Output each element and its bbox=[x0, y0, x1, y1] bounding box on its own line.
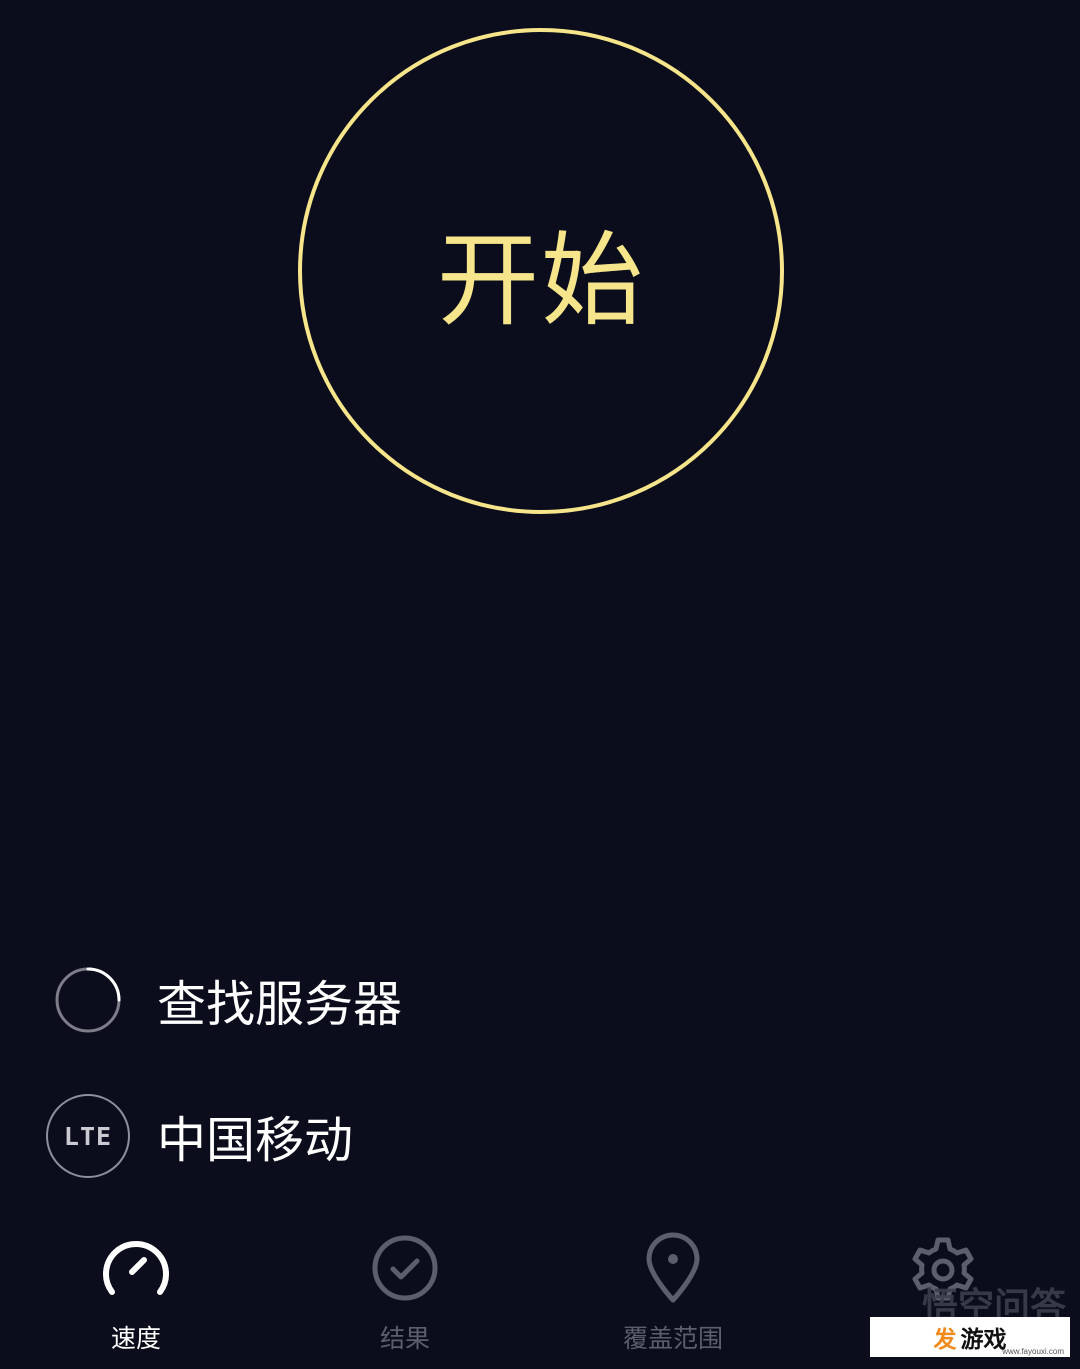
server-status-row: 查找服务器 bbox=[45, 957, 402, 1043]
start-test-button[interactable]: 开始 bbox=[298, 28, 784, 514]
speedtest-screen: 开始 查找服务器 LTE 中国移动 速度 结果 覆盖范围 悟空问答 发 游戏 w… bbox=[0, 0, 1080, 1369]
check-circle-icon bbox=[365, 1230, 445, 1305]
map-pin-icon bbox=[633, 1230, 713, 1305]
watermark-text: 游戏 bbox=[960, 1327, 1007, 1353]
loading-spinner-icon bbox=[45, 957, 131, 1043]
nav-item-speed[interactable]: 速度 bbox=[36, 1220, 236, 1355]
server-status-text: 查找服务器 bbox=[157, 975, 403, 1033]
speedometer-icon bbox=[96, 1230, 176, 1305]
nav-item-results[interactable]: 结果 bbox=[305, 1220, 505, 1355]
carrier-row: LTE 中国移动 bbox=[45, 1093, 353, 1179]
start-label: 开始 bbox=[437, 221, 645, 341]
lte-badge: LTE bbox=[46, 1094, 130, 1178]
nav-label-coverage: 覆盖范围 bbox=[622, 1324, 723, 1353]
watermark-accent: 发 bbox=[933, 1327, 957, 1353]
lte-icon: LTE bbox=[45, 1093, 131, 1179]
nav-label-results: 结果 bbox=[379, 1324, 430, 1353]
nav-item-coverage[interactable]: 覆盖范围 bbox=[573, 1220, 773, 1355]
watermark-url: www.fayouxi.com bbox=[1002, 1347, 1064, 1356]
carrier-name: 中国移动 bbox=[157, 1111, 354, 1169]
watermark: 发 游戏 www.fayouxi.com bbox=[870, 1317, 1070, 1357]
nav-label-speed: 速度 bbox=[110, 1324, 161, 1353]
